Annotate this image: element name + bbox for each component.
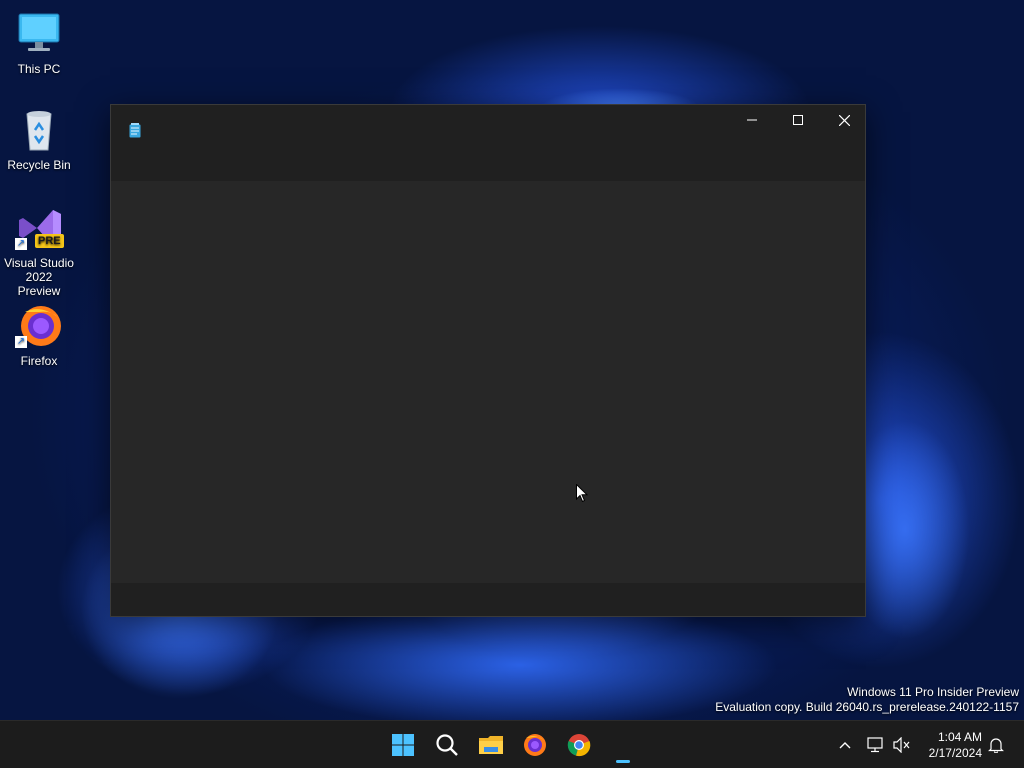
text-editor-area[interactable] bbox=[111, 181, 865, 583]
search-button[interactable] bbox=[431, 729, 463, 761]
volume-muted-icon bbox=[893, 737, 910, 753]
start-button[interactable] bbox=[387, 729, 419, 761]
wallpaper-swirl bbox=[260, 600, 780, 730]
desktop-icon-label: Visual Studio 2022 Preview bbox=[4, 256, 74, 298]
chevron-up-icon bbox=[839, 742, 851, 749]
desktop-icon-recycle-bin[interactable]: Recycle Bin bbox=[4, 106, 74, 172]
notepad-icon bbox=[129, 123, 141, 143]
notepad-taskbar-button[interactable] bbox=[607, 729, 639, 763]
visual-studio-icon: PRE ↗ bbox=[15, 204, 64, 252]
volume-button[interactable] bbox=[892, 735, 912, 755]
maximize-button[interactable] bbox=[775, 105, 821, 135]
maximize-icon bbox=[793, 115, 803, 125]
clock-date: 2/17/2024 bbox=[928, 746, 982, 760]
firefox-icon bbox=[524, 734, 546, 756]
clock-time: 1:04 AM bbox=[937, 730, 982, 744]
title-bar[interactable] bbox=[111, 105, 865, 181]
desktop-icon-label: This PC bbox=[17, 62, 61, 76]
chrome-taskbar-button[interactable] bbox=[563, 729, 595, 761]
taskbar: 1:04 AM 2/17/2024 bbox=[0, 720, 1024, 768]
evaluation-watermark: Windows 11 Pro Insider Preview Evaluatio… bbox=[715, 685, 1019, 715]
desktop-icon-label: Recycle Bin bbox=[7, 158, 71, 172]
desktop-icon-this-pc[interactable]: This PC bbox=[4, 10, 74, 76]
file-explorer-button[interactable] bbox=[475, 729, 507, 761]
start-icon bbox=[392, 734, 414, 756]
minimize-icon bbox=[747, 119, 757, 121]
recycle-bin-icon bbox=[15, 106, 63, 154]
firefox-icon: ↗ bbox=[15, 302, 63, 350]
notifications-button[interactable] bbox=[986, 735, 1006, 755]
watermark-build: Evaluation copy. Build 26040.rs_prerelea… bbox=[715, 700, 1019, 714]
show-hidden-icons-button[interactable] bbox=[835, 735, 855, 755]
desktop-icon-firefox[interactable]: ↗ Firefox bbox=[4, 302, 74, 368]
watermark-edition: Windows 11 Pro Insider Preview bbox=[847, 685, 1019, 699]
desktop-icon-label: Firefox bbox=[20, 354, 58, 368]
shortcut-arrow-icon: ↗ bbox=[15, 238, 27, 250]
chrome-icon bbox=[567, 734, 591, 757]
shortcut-arrow-icon: ↗ bbox=[15, 336, 27, 348]
file-explorer-icon bbox=[479, 736, 503, 754]
notepad-window[interactable] bbox=[110, 104, 866, 617]
pre-badge: PRE bbox=[35, 234, 64, 248]
mouse-cursor-icon bbox=[576, 483, 589, 508]
close-button[interactable] bbox=[821, 105, 867, 135]
firefox-taskbar-button[interactable] bbox=[519, 729, 551, 761]
notification-icon bbox=[988, 738, 1004, 753]
network-icon bbox=[867, 737, 883, 753]
close-icon bbox=[838, 114, 850, 126]
notepad-running-icon bbox=[616, 760, 630, 763]
minimize-button[interactable] bbox=[729, 105, 775, 135]
desktop-icon-visual-studio[interactable]: PRE ↗ Visual Studio 2022 Preview bbox=[4, 204, 74, 298]
monitor-icon bbox=[15, 10, 63, 58]
status-bar bbox=[111, 583, 865, 616]
system-clock[interactable]: 1:04 AM 2/17/2024 bbox=[929, 729, 982, 761]
search-icon bbox=[436, 734, 458, 756]
network-button[interactable] bbox=[866, 735, 886, 755]
